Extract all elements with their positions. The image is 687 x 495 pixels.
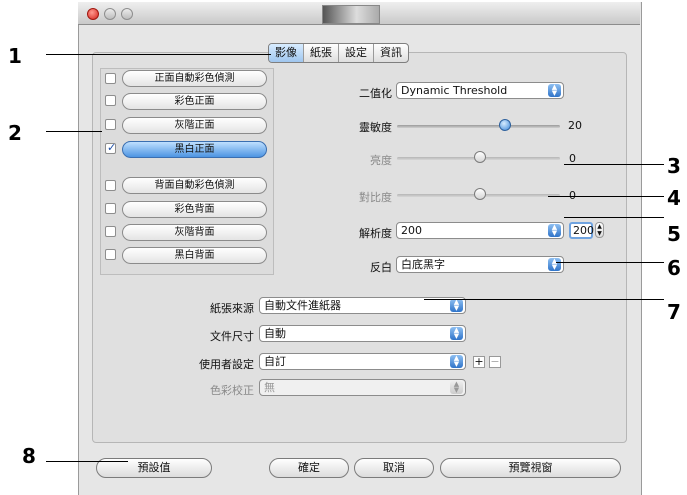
tab-image[interactable]: 影像	[269, 44, 304, 62]
popup-arrows-icon: ▲ ▼	[450, 381, 463, 394]
checkbox-front-gray[interactable]	[105, 119, 116, 130]
user-setting-value: 自訂	[264, 355, 286, 368]
popup-arrows-icon: ▲ ▼	[548, 84, 561, 97]
mode-front-gray[interactable]: 灰階正面	[122, 117, 267, 134]
contrast-label: 對比度	[359, 191, 392, 204]
color-matching-label: 色彩校正	[210, 384, 254, 397]
callout-leader-line	[46, 131, 102, 132]
tab-info[interactable]: 資訊	[374, 44, 408, 62]
mode-back-gray[interactable]: 灰階背面	[122, 224, 267, 241]
color-matching-popup[interactable]: 無 ▲ ▼	[259, 379, 466, 396]
callout-leader-line	[556, 262, 664, 263]
sensitivity-slider-thumb[interactable]	[499, 119, 511, 131]
cancel-button[interactable]: 取消	[354, 458, 434, 478]
popup-arrows-icon: ▲ ▼	[450, 327, 463, 340]
sensitivity-label: 靈敏度	[359, 121, 392, 134]
popup-arrows-icon: ▲ ▼	[548, 224, 561, 237]
sensitivity-slider-track[interactable]	[397, 125, 560, 128]
checkbox-back-color[interactable]	[105, 203, 116, 214]
mode-back-bw[interactable]: 黑白背面	[122, 247, 267, 264]
preview-button[interactable]: 預覽視窗	[440, 458, 621, 478]
mode-front-auto-color[interactable]: 正面自動彩色偵測	[122, 70, 267, 87]
sensitivity-value: 20	[568, 119, 582, 132]
remove-user-setting-button[interactable]: −	[489, 356, 501, 368]
binarization-label: 二值化	[359, 87, 392, 100]
callout-leader-line	[564, 164, 664, 165]
color-matching-value: 無	[264, 381, 275, 394]
callout-number: 3	[667, 154, 681, 178]
callout-number: 5	[667, 222, 681, 246]
binarization-popup[interactable]: Dynamic Threshold ▲ ▼	[396, 82, 564, 99]
callout-number: 2	[8, 121, 22, 145]
checkbox-back-bw[interactable]	[105, 249, 116, 260]
checkbox-front-auto-color[interactable]	[105, 73, 116, 84]
resolution-value: 200	[401, 224, 422, 237]
callout-number: 6	[667, 256, 681, 280]
invert-popup[interactable]: 白底黑字 ▲ ▼	[396, 256, 564, 273]
checkbox-front-color[interactable]	[105, 95, 116, 106]
title-image-thumbnail	[322, 5, 380, 24]
tab-paper[interactable]: 紙張	[304, 44, 339, 62]
paper-source-value: 自動文件進紙器	[264, 299, 341, 312]
zoom-window-icon[interactable]	[121, 8, 133, 20]
resolution-label: 解析度	[359, 227, 392, 240]
brightness-slider-thumb[interactable]	[474, 151, 486, 163]
callout-leader-line	[564, 217, 664, 218]
user-setting-popup[interactable]: 自訂 ▲ ▼	[259, 353, 466, 370]
binarization-value: Dynamic Threshold	[401, 84, 508, 97]
tab-settings[interactable]: 設定	[339, 44, 374, 62]
popup-arrows-icon: ▲ ▼	[548, 258, 561, 271]
add-user-setting-button[interactable]: +	[473, 356, 485, 368]
mode-back-color[interactable]: 彩色背面	[122, 201, 267, 218]
document-size-popup[interactable]: 自動 ▲ ▼	[259, 325, 466, 342]
invert-value: 白底黑字	[401, 258, 445, 271]
resolution-popup[interactable]: 200 ▲ ▼	[396, 222, 564, 239]
invert-label: 反白	[370, 261, 392, 274]
contrast-slider-thumb[interactable]	[474, 188, 486, 200]
document-size-label: 文件尺寸	[210, 330, 254, 343]
mode-front-color[interactable]: 彩色正面	[122, 93, 267, 110]
document-size-value: 自動	[264, 327, 286, 340]
ok-button[interactable]: 確定	[269, 458, 349, 478]
popup-arrows-icon: ▲ ▼	[450, 355, 463, 368]
tab-bar: 影像 紙張 設定 資訊	[268, 43, 409, 63]
callout-leader-line	[46, 54, 271, 55]
mode-back-auto-color[interactable]: 背面自動彩色偵測	[122, 177, 267, 194]
title-bar	[78, 2, 640, 25]
checkbox-front-bw[interactable]	[105, 141, 116, 154]
minimize-window-icon[interactable]	[104, 8, 116, 20]
callout-number: 4	[667, 186, 681, 210]
paper-source-label: 紙張來源	[210, 302, 254, 315]
popup-arrows-icon: ▲ ▼	[450, 299, 463, 312]
close-window-icon[interactable]	[87, 8, 99, 20]
brightness-label: 亮度	[370, 154, 392, 167]
checkbox-back-auto-color[interactable]	[105, 180, 116, 191]
callout-number: 7	[667, 300, 681, 324]
callout-leader-line	[424, 299, 664, 300]
callout-number: 8	[22, 444, 36, 468]
resolution-number-field[interactable]: 200	[569, 222, 594, 239]
checkbox-back-gray[interactable]	[105, 226, 116, 237]
user-setting-label: 使用者設定	[199, 358, 254, 371]
callout-leader-line	[46, 461, 128, 462]
callout-number: 1	[8, 44, 22, 68]
mode-front-bw[interactable]: 黑白正面	[122, 141, 267, 158]
resolution-stepper[interactable]: ▲ ▼	[595, 222, 604, 238]
callout-leader-line	[548, 196, 664, 197]
